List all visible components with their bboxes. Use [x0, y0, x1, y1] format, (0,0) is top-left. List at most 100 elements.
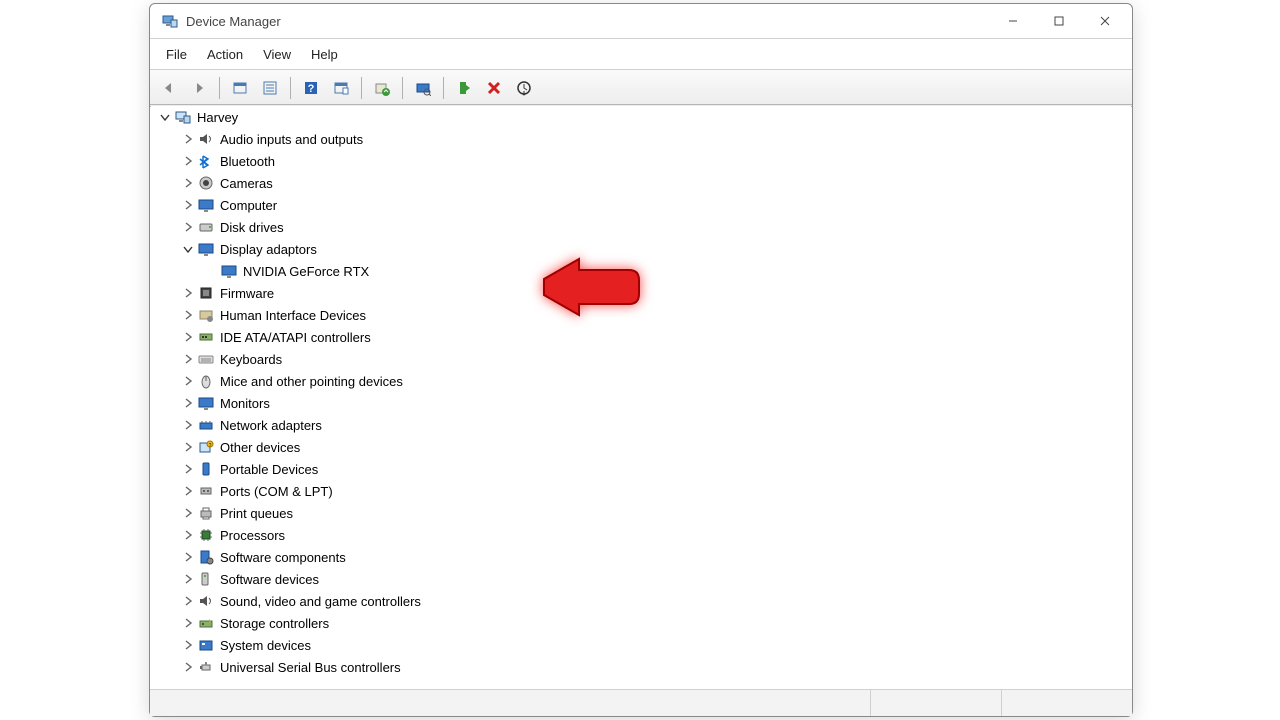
storage-icon: [198, 615, 214, 631]
hid-icon: [198, 307, 214, 323]
tree-item[interactable]: Mice and other pointing devices: [151, 370, 1131, 392]
tree-item[interactable]: Display adaptors: [151, 238, 1131, 260]
forward-button[interactable]: [185, 74, 213, 102]
menubar: File Action View Help: [150, 39, 1132, 70]
speaker-icon: [198, 593, 214, 609]
tree-item[interactable]: Ports (COM & LPT): [151, 480, 1131, 502]
toolbar-separator: [219, 77, 220, 99]
tree-root-label: Harvey: [197, 110, 238, 125]
expand-icon[interactable]: [181, 551, 194, 564]
expand-icon[interactable]: [181, 463, 194, 476]
minimize-button[interactable]: [990, 6, 1036, 36]
device-manager-window: Device Manager File Action View Help ? H…: [149, 3, 1133, 717]
tree-item[interactable]: Cameras: [151, 172, 1131, 194]
menu-file[interactable]: File: [156, 43, 197, 66]
expand-icon[interactable]: [181, 155, 194, 168]
update-driver-button[interactable]: [368, 74, 396, 102]
tree-item[interactable]: Keyboards: [151, 348, 1131, 370]
tree-item[interactable]: Bluetooth: [151, 150, 1131, 172]
expand-icon[interactable]: [181, 507, 194, 520]
app-icon: [162, 13, 178, 29]
expand-icon[interactable]: [181, 221, 194, 234]
tree-item[interactable]: Portable Devices: [151, 458, 1131, 480]
expand-icon[interactable]: [181, 199, 194, 212]
computer-button[interactable]: [327, 74, 355, 102]
titlebar[interactable]: Device Manager: [150, 4, 1132, 39]
enable-button[interactable]: [450, 74, 478, 102]
tree-item[interactable]: Disk drives: [151, 216, 1131, 238]
expand-icon[interactable]: [181, 529, 194, 542]
menu-help[interactable]: Help: [301, 43, 348, 66]
expand-icon[interactable]: [181, 397, 194, 410]
help-button[interactable]: ?: [297, 74, 325, 102]
printer-icon: [198, 505, 214, 521]
expand-icon[interactable]: [158, 111, 171, 124]
expand-icon[interactable]: [181, 617, 194, 630]
camera-icon: [198, 175, 214, 191]
tree-item-label: Other devices: [220, 440, 300, 455]
show-hidden-button[interactable]: [226, 74, 254, 102]
expand-icon[interactable]: [181, 353, 194, 366]
tree-item[interactable]: Processors: [151, 524, 1131, 546]
back-button[interactable]: [155, 74, 183, 102]
expand-icon[interactable]: [181, 441, 194, 454]
properties-button[interactable]: [256, 74, 284, 102]
tree-item[interactable]: Audio inputs and outputs: [151, 128, 1131, 150]
expand-icon[interactable]: [181, 419, 194, 432]
expand-icon[interactable]: [181, 133, 194, 146]
tree-item[interactable]: System devices: [151, 634, 1131, 656]
monitor-icon: [221, 263, 237, 279]
statusbar: [150, 689, 1132, 716]
expand-icon[interactable]: [181, 243, 194, 256]
tree-child[interactable]: NVIDIA GeForce RTX: [151, 260, 1131, 282]
portable-icon: [198, 461, 214, 477]
device-tree[interactable]: Harvey Audio inputs and outputs Bluetoot…: [151, 106, 1131, 687]
menu-action[interactable]: Action: [197, 43, 253, 66]
expand-icon[interactable]: [181, 573, 194, 586]
swcomp-icon: [198, 549, 214, 565]
tree-item[interactable]: Storage controllers: [151, 612, 1131, 634]
tree-item-label: Portable Devices: [220, 462, 318, 477]
disable-button[interactable]: [480, 74, 508, 102]
tree-item-label: Cameras: [220, 176, 273, 191]
maximize-button[interactable]: [1036, 6, 1082, 36]
ide-icon: [198, 329, 214, 345]
expand-icon[interactable]: [181, 375, 194, 388]
expand-icon[interactable]: [181, 595, 194, 608]
expand-icon[interactable]: [181, 661, 194, 674]
menu-view[interactable]: View: [253, 43, 301, 66]
tree-root[interactable]: Harvey: [151, 106, 1131, 128]
tree-item[interactable]: Print queues: [151, 502, 1131, 524]
tree-item[interactable]: Software devices: [151, 568, 1131, 590]
cpu-icon: [198, 527, 214, 543]
expand-icon[interactable]: [181, 331, 194, 344]
keyboard-icon: [198, 351, 214, 367]
close-button[interactable]: [1082, 6, 1128, 36]
disk-icon: [198, 219, 214, 235]
tree-item-label: Processors: [220, 528, 285, 543]
scan-hardware-button[interactable]: [409, 74, 437, 102]
expand-icon[interactable]: [181, 177, 194, 190]
tree-item[interactable]: Universal Serial Bus controllers: [151, 656, 1131, 678]
tree-item[interactable]: Network adapters: [151, 414, 1131, 436]
tree-item[interactable]: Software components: [151, 546, 1131, 568]
expand-icon[interactable]: [181, 287, 194, 300]
expand-icon[interactable]: [181, 639, 194, 652]
tree-item[interactable]: Other devices: [151, 436, 1131, 458]
tree-item[interactable]: Human Interface Devices: [151, 304, 1131, 326]
expand-icon[interactable]: [181, 309, 194, 322]
expand-icon[interactable]: [181, 485, 194, 498]
tree-item[interactable]: Computer: [151, 194, 1131, 216]
tree-item[interactable]: Sound, video and game controllers: [151, 590, 1131, 612]
bluetooth-icon: [198, 153, 214, 169]
toolbar-separator: [443, 77, 444, 99]
computer-icon: [175, 109, 191, 125]
tree-item[interactable]: Firmware: [151, 282, 1131, 304]
tree-item[interactable]: IDE ATA/ATAPI controllers: [151, 326, 1131, 348]
port-icon: [198, 483, 214, 499]
uninstall-button[interactable]: [510, 74, 538, 102]
tree-item[interactable]: Monitors: [151, 392, 1131, 414]
tree-item-label: Print queues: [220, 506, 293, 521]
tree-item-label: Audio inputs and outputs: [220, 132, 363, 147]
mouse-icon: [198, 373, 214, 389]
